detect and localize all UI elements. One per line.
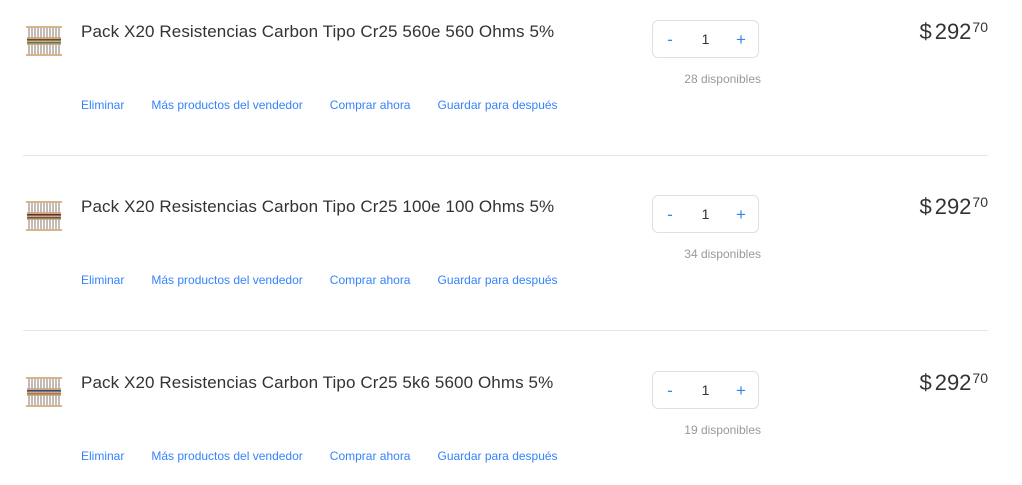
item-divider: [23, 155, 988, 156]
decrease-quantity-button[interactable]: -: [661, 382, 679, 399]
product-thumbnail[interactable]: [26, 20, 62, 62]
delete-link[interactable]: Eliminar: [81, 273, 124, 287]
more-seller-products-link[interactable]: Más productos del vendedor: [151, 98, 302, 112]
quantity-input[interactable]: [688, 30, 723, 48]
price-cents: 70: [972, 194, 988, 210]
delete-link[interactable]: Eliminar: [81, 449, 124, 463]
cart-item: Pack X20 Resistencias Carbon Tipo Cr25 5…: [0, 351, 1022, 485]
more-seller-products-link[interactable]: Más productos del vendedor: [151, 449, 302, 463]
resistor-pack-icon: [26, 377, 62, 407]
item-price: $ 292 70: [919, 369, 988, 397]
decrease-quantity-button[interactable]: -: [661, 31, 679, 48]
save-for-later-link[interactable]: Guardar para después: [437, 449, 557, 463]
quantity-stepper: - +: [652, 371, 759, 409]
stock-available: 19 disponibles: [684, 423, 761, 437]
currency-symbol: $: [919, 194, 932, 219]
resistor-pack-icon: [26, 201, 62, 231]
increase-quantity-button[interactable]: +: [732, 31, 750, 48]
buy-now-link[interactable]: Comprar ahora: [330, 273, 411, 287]
price-integer: 292: [934, 19, 972, 44]
item-actions: Eliminar Más productos del vendedor Comp…: [81, 98, 558, 112]
more-seller-products-link[interactable]: Más productos del vendedor: [151, 273, 302, 287]
buy-now-link[interactable]: Comprar ahora: [330, 98, 411, 112]
buy-now-link[interactable]: Comprar ahora: [330, 449, 411, 463]
item-price: $ 292 70: [919, 193, 988, 221]
price-integer: 292: [934, 370, 972, 395]
price-cents: 70: [972, 370, 988, 386]
price-integer: 292: [934, 194, 972, 219]
quantity-input[interactable]: [688, 205, 723, 223]
stock-available: 28 disponibles: [684, 72, 761, 86]
product-thumbnail[interactable]: [26, 195, 62, 237]
save-for-later-link[interactable]: Guardar para después: [437, 98, 557, 112]
quantity-input[interactable]: [688, 381, 723, 399]
increase-quantity-button[interactable]: +: [732, 382, 750, 399]
save-for-later-link[interactable]: Guardar para después: [437, 273, 557, 287]
currency-symbol: $: [919, 370, 932, 395]
product-title[interactable]: Pack X20 Resistencias Carbon Tipo Cr25 5…: [81, 373, 553, 393]
cart-item: Pack X20 Resistencias Carbon Tipo Cr25 5…: [0, 0, 1022, 150]
delete-link[interactable]: Eliminar: [81, 98, 124, 112]
resistor-pack-icon: [26, 26, 62, 56]
quantity-stepper: - +: [652, 195, 759, 233]
quantity-stepper: - +: [652, 20, 759, 58]
item-divider: [23, 330, 988, 331]
item-price: $ 292 70: [919, 18, 988, 46]
item-actions: Eliminar Más productos del vendedor Comp…: [81, 273, 558, 287]
price-cents: 70: [972, 19, 988, 35]
product-title[interactable]: Pack X20 Resistencias Carbon Tipo Cr25 1…: [81, 197, 554, 217]
increase-quantity-button[interactable]: +: [732, 206, 750, 223]
product-title[interactable]: Pack X20 Resistencias Carbon Tipo Cr25 5…: [81, 22, 554, 42]
stock-available: 34 disponibles: [684, 247, 761, 261]
cart-item: Pack X20 Resistencias Carbon Tipo Cr25 1…: [0, 175, 1022, 325]
currency-symbol: $: [919, 19, 932, 44]
item-actions: Eliminar Más productos del vendedor Comp…: [81, 449, 558, 463]
product-thumbnail[interactable]: [26, 371, 62, 413]
cart-item-list: Pack X20 Resistencias Carbon Tipo Cr25 5…: [0, 0, 1022, 485]
decrease-quantity-button[interactable]: -: [661, 206, 679, 223]
